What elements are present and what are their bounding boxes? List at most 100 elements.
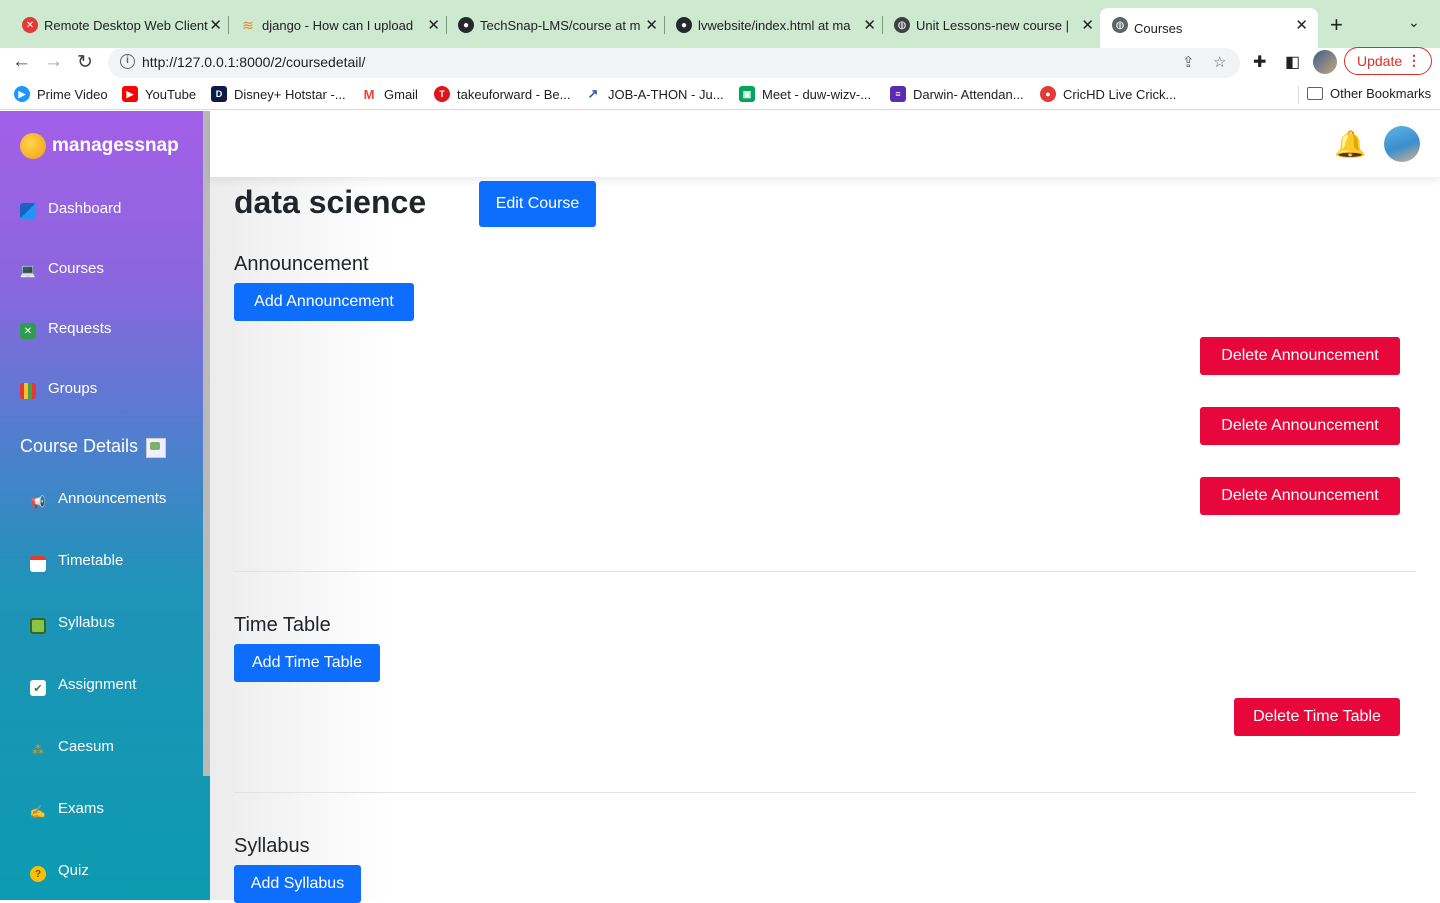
browser-tab-strip: ✕ Remote Desktop Web Client ✕ ≋ django -… — [0, 0, 1440, 48]
bookmark-label: takeuforward - Be... — [457, 86, 571, 102]
lightbulb-logo-icon — [20, 133, 46, 159]
gmail-icon: M — [361, 86, 377, 102]
prime-video-icon: ▶ — [14, 86, 30, 102]
bookmark-label: Prime Video — [37, 86, 108, 102]
forward-arrow-icon[interactable]: → — [44, 51, 63, 73]
new-tab-icon[interactable]: + — [1330, 12, 1343, 38]
broken-image-icon — [146, 438, 167, 458]
meet-icon: ▣ — [739, 86, 755, 102]
bookmark-item[interactable]: ▶ Prime Video — [14, 86, 108, 102]
close-tab-icon[interactable]: ✕ — [1081, 16, 1094, 34]
bookmark-label: Other Bookmarks — [1330, 86, 1432, 101]
tab-title: lvwebsite/index.html at ma — [698, 17, 851, 33]
bookmark-item[interactable]: ▶ YouTube — [122, 86, 196, 102]
bookmark-item[interactable]: M Gmail — [361, 86, 418, 102]
sidebar-item-courses[interactable]: 💻 Courses — [20, 257, 104, 279]
sidebar-item-label: Courses — [48, 259, 104, 277]
sidebar-item-label: Assignment — [58, 675, 137, 693]
timetable-heading: Time Table — [234, 614, 331, 636]
course-details-heading: Course Details — [20, 434, 167, 458]
tab-separator — [228, 16, 229, 34]
extensions-icon[interactable]: ✚ — [1253, 52, 1266, 72]
sidebar-item-groups[interactable]: Groups — [20, 377, 97, 399]
address-bar[interactable]: i http://127.0.0.1:8000/2/coursedetail/ … — [108, 48, 1240, 78]
delete-announcement-button[interactable]: Delete Announcement — [1200, 477, 1400, 515]
dashboard-icon — [20, 203, 36, 219]
sidebar-item-exams[interactable]: ✍ Exams — [30, 796, 104, 820]
sidebar-item-label: Exams — [58, 799, 104, 817]
bell-icon[interactable]: 🔔 — [1334, 129, 1366, 160]
update-label: Update — [1357, 53, 1403, 69]
bookmark-item[interactable]: ● CricHD Live Crick... — [1040, 86, 1176, 102]
profile-avatar[interactable] — [1313, 50, 1337, 74]
delete-timetable-button[interactable]: Delete Time Table — [1234, 698, 1400, 736]
chalkboard-icon — [30, 618, 46, 634]
tab-title: Remote Desktop Web Client — [44, 17, 208, 33]
bookmark-label: Darwin- Attendan... — [913, 86, 1024, 102]
browser-tab[interactable]: ◍ Unit Lessons-new course | ✕ — [894, 8, 1094, 42]
browser-tab[interactable]: ≋ django - How can I upload ✕ — [240, 8, 440, 42]
close-tab-icon[interactable]: ✕ — [645, 16, 658, 34]
close-tab-icon[interactable]: ✕ — [863, 16, 876, 34]
close-tab-icon[interactable]: ✕ — [1295, 16, 1308, 34]
tab-title: Unit Lessons-new course | — [916, 17, 1069, 33]
stackoverflow-icon: ≋ — [242, 16, 254, 33]
close-tab-icon[interactable]: ✕ — [427, 16, 440, 34]
bookmark-item[interactable]: D Disney+ Hotstar -... — [211, 86, 346, 102]
delete-announcement-button[interactable]: Delete Announcement — [1200, 407, 1400, 445]
add-announcement-button[interactable]: Add Announcement — [234, 283, 414, 321]
sidebar-scrollbar[interactable] — [203, 111, 210, 776]
info-icon[interactable]: i — [120, 54, 135, 69]
update-button[interactable]: Update ⋮ — [1344, 47, 1432, 75]
sidebar-item-announcements[interactable]: 📢 Announcements — [30, 486, 167, 510]
page-title: data science — [234, 184, 427, 220]
sidebar: managessnap Dashboard 💻 Courses ✕ Reques… — [0, 111, 210, 900]
close-tab-icon[interactable]: ✕ — [209, 16, 222, 34]
browser-tab[interactable]: ✕ Remote Desktop Web Client ✕ — [22, 8, 222, 42]
bookmark-item[interactable]: ▣ Meet - duw-wizv-... — [739, 86, 871, 102]
browser-tab[interactable]: ● lvwebsite/index.html at ma ✕ — [676, 8, 876, 42]
browser-tab-active[interactable]: ◍ Courses ✕ — [1100, 8, 1318, 48]
sidebar-item-quiz[interactable]: ? Quiz — [30, 858, 89, 882]
remote-desktop-icon: ✕ — [22, 17, 38, 33]
sidebar-item-label: Groups — [48, 379, 98, 397]
bookmark-label: YouTube — [145, 86, 197, 102]
back-arrow-icon[interactable]: ← — [12, 51, 31, 73]
address-url[interactable]: http://127.0.0.1:8000/2/coursedetail/ — [142, 54, 365, 70]
brand[interactable]: managessnap — [20, 133, 179, 159]
calendar-icon — [30, 556, 46, 572]
share-icon[interactable]: ⇪ — [1182, 53, 1195, 71]
tab-title: TechSnap-LMS/course at m — [480, 17, 641, 33]
sidebar-item-caesum[interactable]: ⁂ Caesum — [30, 734, 114, 758]
question-icon: ? — [30, 866, 46, 882]
delete-announcement-button[interactable]: Delete Announcement — [1200, 337, 1400, 375]
tab-title: Courses — [1134, 20, 1183, 36]
bookmark-item[interactable]: T takeuforward - Be... — [434, 86, 570, 102]
bookmark-item[interactable]: ≡ Darwin- Attendan... — [890, 86, 1024, 102]
user-avatar[interactable] — [1384, 126, 1420, 162]
browser-tab[interactable]: ● TechSnap-LMS/course at m ✕ — [458, 8, 658, 42]
sidebar-item-syllabus[interactable]: Syllabus — [30, 610, 115, 634]
reload-icon[interactable]: ↻ — [77, 51, 93, 74]
sidebar-item-assignment[interactable]: ✔ Assignment — [30, 672, 136, 696]
add-timetable-button[interactable]: Add Time Table — [234, 644, 380, 682]
bookmark-item[interactable]: ↗ JOB-A-THON - Ju... — [585, 86, 724, 102]
tab-separator — [664, 16, 665, 34]
tab-title: django - How can I upload — [262, 17, 414, 33]
other-bookmarks[interactable]: Other Bookmarks — [1307, 86, 1431, 101]
bookmark-label: Gmail — [384, 86, 418, 102]
sidebar-item-timetable[interactable]: Timetable — [30, 548, 123, 572]
trend-icon: ↗ — [585, 86, 601, 102]
bookmark-label: Meet - duw-wizv-... — [762, 86, 872, 102]
add-syllabus-button[interactable]: Add Syllabus — [234, 865, 361, 903]
chevron-down-icon[interactable]: ⌄ — [1408, 14, 1420, 31]
section-divider — [234, 571, 1416, 572]
edit-course-button[interactable]: Edit Course — [479, 181, 596, 227]
sidebar-item-dashboard[interactable]: Dashboard — [20, 197, 121, 219]
sidebar-item-requests[interactable]: ✕ Requests — [20, 317, 111, 339]
side-panel-icon[interactable]: ◧ — [1285, 52, 1300, 72]
github-icon: ● — [676, 17, 692, 33]
sidebar-item-label: Timetable — [58, 551, 124, 569]
app-root: data science Edit Course Announcement Ad… — [0, 111, 1440, 903]
star-icon[interactable]: ☆ — [1213, 53, 1226, 71]
